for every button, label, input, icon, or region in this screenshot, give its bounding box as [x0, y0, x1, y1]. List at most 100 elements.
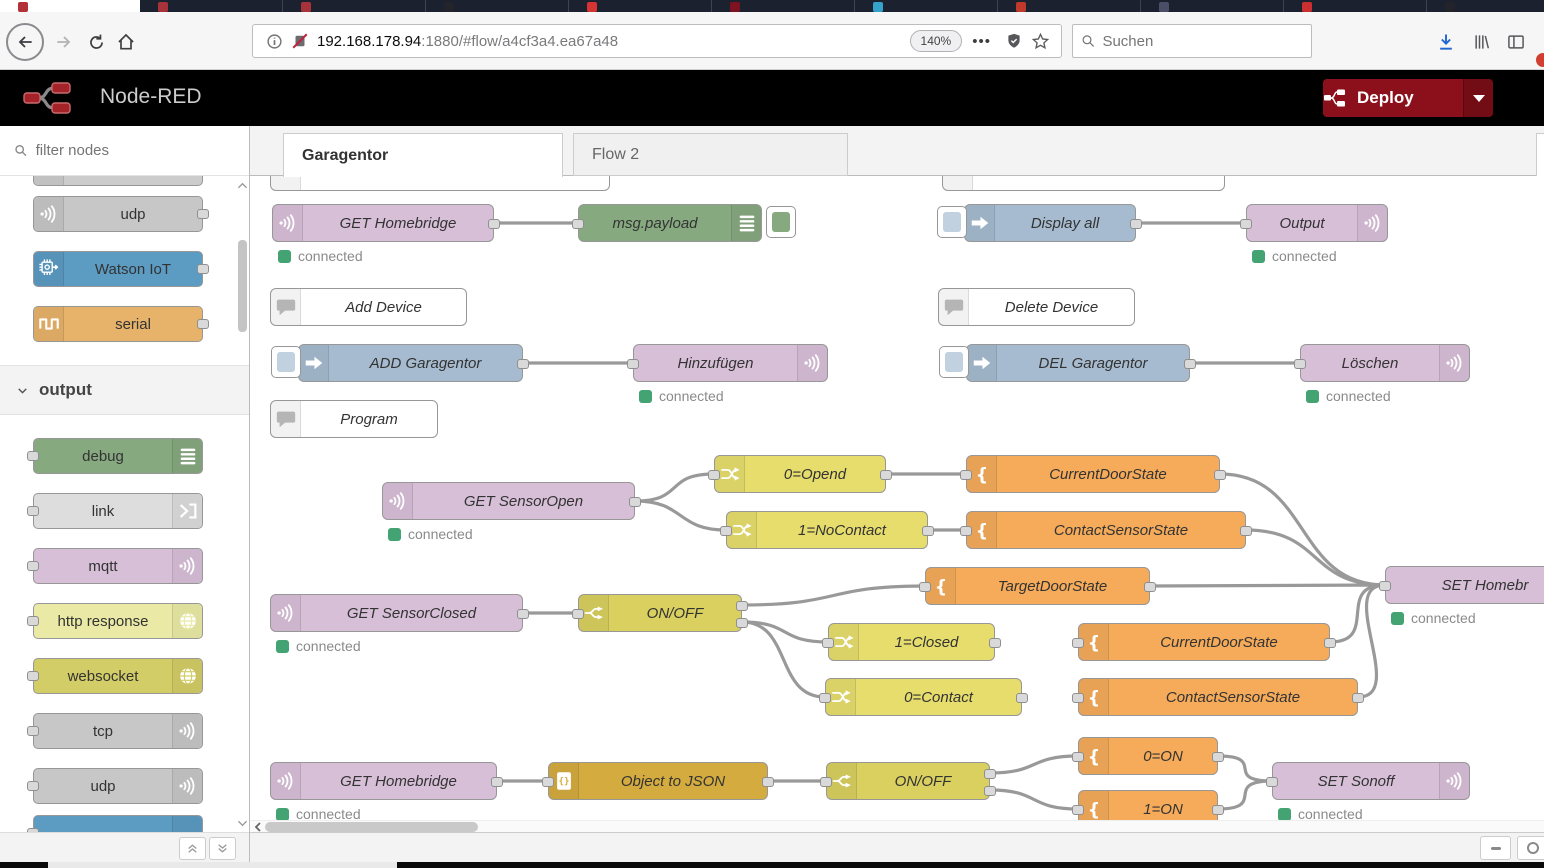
- palette-section-output[interactable]: output: [0, 365, 249, 415]
- blocked-content-icon[interactable]: [287, 28, 313, 54]
- browser-tab[interactable]: [0, 0, 140, 12]
- inject-button[interactable]: [271, 346, 301, 378]
- palette-scroll-down[interactable]: [234, 816, 249, 830]
- browser-tab[interactable]: [140, 0, 283, 12]
- mqtt-out-node[interactable]: SET Sonoff: [1272, 762, 1470, 800]
- node-port-in[interactable]: [1072, 805, 1084, 815]
- palette-collapse-all-button[interactable]: [179, 837, 206, 860]
- node-port-out[interactable]: [736, 601, 748, 611]
- node-port-in[interactable]: [1379, 581, 1391, 591]
- change-node[interactable]: 0=Opend: [714, 455, 886, 493]
- node-port-out[interactable]: [517, 359, 529, 369]
- template-node[interactable]: {ContactSensorState: [1078, 678, 1358, 716]
- debug-node[interactable]: msg.payload: [578, 204, 762, 242]
- sidebar-toggle-button[interactable]: [1502, 28, 1530, 56]
- addon-icon[interactable]: [1536, 53, 1544, 67]
- node-port-out[interactable]: [197, 319, 209, 329]
- browser-tab[interactable]: [855, 0, 998, 12]
- node-port-in[interactable]: [1266, 777, 1278, 787]
- node-port-in[interactable]: [919, 582, 931, 592]
- node-port-out[interactable]: [491, 777, 503, 787]
- switch-node[interactable]: ON/OFF: [826, 762, 990, 800]
- template-node[interactable]: {0=ON: [1078, 737, 1218, 775]
- browser-tab[interactable]: [1284, 0, 1427, 12]
- node-port-in[interactable]: [27, 781, 39, 791]
- browser-tab[interactable]: [569, 0, 712, 12]
- flow-canvas[interactable]: GET Homebridgeconnectedmsg.payloadDispla…: [250, 176, 1544, 820]
- palette-node-serial[interactable]: serial: [33, 306, 203, 342]
- node-port-in[interactable]: [27, 726, 39, 736]
- mqtt-in-node[interactable]: GET Homebridge: [270, 762, 497, 800]
- node-port-out[interactable]: [922, 526, 934, 536]
- deploy-button[interactable]: Deploy: [1323, 79, 1493, 117]
- palette-node-websocket[interactable]: websocket: [33, 658, 203, 694]
- template-node[interactable]: {TargetDoorState: [925, 567, 1150, 605]
- url-bar[interactable]: 192.168.178.94:1880/#flow/a4cf3a4.ea67a4…: [252, 24, 1062, 58]
- forward-button[interactable]: [50, 28, 78, 56]
- tracking-shield-icon[interactable]: [1001, 28, 1027, 54]
- zoom-reset-button[interactable]: [1517, 836, 1544, 860]
- palette-node-udp-out[interactable]: udp: [33, 768, 203, 804]
- wire[interactable]: [1218, 781, 1272, 809]
- comment-node[interactable]: Program: [270, 400, 438, 438]
- wire[interactable]: [635, 501, 726, 530]
- mqtt-out-node[interactable]: Löschen: [1300, 344, 1470, 382]
- inject-node[interactable]: ADD Garagentor: [298, 344, 523, 382]
- scrollbar-thumb[interactable]: [265, 822, 478, 832]
- template-node[interactable]: {ContactSensorState: [966, 511, 1246, 549]
- inject-node[interactable]: DEL Garagentor: [966, 344, 1190, 382]
- node-port-in[interactable]: [960, 470, 972, 480]
- site-info-icon[interactable]: [261, 28, 287, 54]
- node-port-out[interactable]: [984, 786, 996, 796]
- wire[interactable]: [990, 790, 1078, 809]
- comment-node-partial[interactable]: [270, 176, 610, 191]
- comment-node[interactable]: Add Device: [270, 288, 467, 326]
- node-port-out[interactable]: [1324, 638, 1336, 648]
- node-port-out[interactable]: [1352, 693, 1364, 703]
- wire[interactable]: [1150, 585, 1385, 586]
- palette-filter[interactable]: [0, 126, 249, 176]
- zoom-out-button[interactable]: [1480, 836, 1511, 860]
- node-port-out[interactable]: [989, 638, 1001, 648]
- browser-tab[interactable]: [1427, 0, 1544, 12]
- wire[interactable]: [990, 756, 1078, 773]
- bookmark-star-icon[interactable]: [1027, 28, 1053, 54]
- palette-scroll-up[interactable]: [234, 178, 249, 192]
- inject-button[interactable]: [939, 346, 969, 378]
- node-port-out[interactable]: [488, 219, 500, 229]
- node-port-in[interactable]: [1240, 219, 1252, 229]
- node-port-in[interactable]: [1072, 638, 1084, 648]
- node-port-out[interactable]: [1016, 693, 1028, 703]
- node-port-out[interactable]: [1184, 359, 1196, 369]
- node-port-out[interactable]: [1240, 526, 1252, 536]
- palette-node-mqtt-out[interactable]: mqtt: [33, 548, 203, 584]
- node-port-out[interactable]: [1212, 805, 1224, 815]
- home-button[interactable]: [112, 28, 140, 56]
- node-port-in[interactable]: [1294, 359, 1306, 369]
- mqtt-out-node[interactable]: Hinzufügen: [633, 344, 828, 382]
- palette-node-watson-iot[interactable]: Watson IoT: [33, 251, 203, 287]
- reload-button[interactable]: [82, 28, 110, 56]
- deploy-options-button[interactable]: [1463, 79, 1493, 117]
- downloads-button[interactable]: [1432, 28, 1460, 56]
- comment-node-partial[interactable]: [942, 176, 1225, 191]
- palette-filter-input[interactable]: [36, 142, 249, 159]
- palette-node-partial-bottom[interactable]: [33, 815, 203, 832]
- palette-node-partial-top[interactable]: [33, 176, 203, 186]
- node-port-out[interactable]: [517, 609, 529, 619]
- canvas-horizontal-scrollbar[interactable]: [250, 820, 1544, 832]
- node-port-in[interactable]: [820, 777, 832, 787]
- comment-node[interactable]: Delete Device: [938, 288, 1135, 326]
- wire[interactable]: [1358, 585, 1385, 697]
- library-button[interactable]: [1468, 28, 1496, 56]
- node-port-in[interactable]: [27, 561, 39, 571]
- mqtt-in-node[interactable]: GET SensorClosed: [270, 594, 523, 632]
- node-port-in[interactable]: [27, 451, 39, 461]
- node-port-in[interactable]: [1072, 693, 1084, 703]
- page-actions-icon[interactable]: •••: [972, 33, 991, 50]
- palette-expand-all-button[interactable]: [209, 837, 236, 860]
- node-port-in[interactable]: [960, 526, 972, 536]
- flow-tab-flow2[interactable]: Flow 2: [573, 133, 848, 176]
- template-node[interactable]: {CurrentDoorState: [1078, 623, 1330, 661]
- palette-node-http-response[interactable]: http response: [33, 603, 203, 639]
